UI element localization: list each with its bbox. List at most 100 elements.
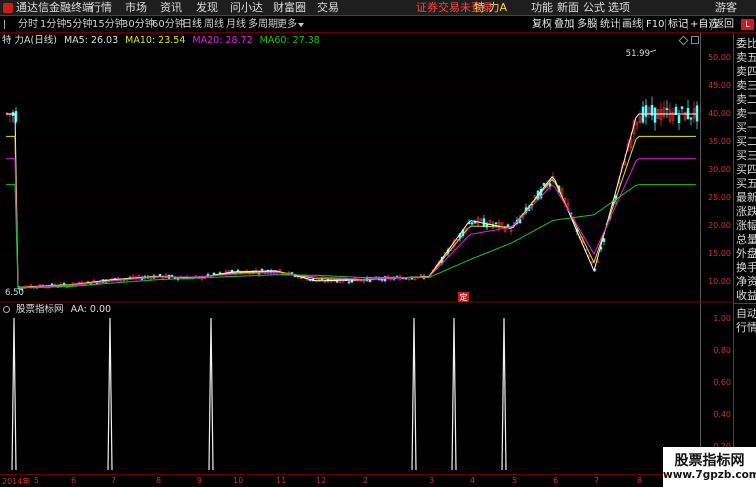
side-label-turnover[interactable]: 换手 xyxy=(736,261,756,274)
y-tick: 1.00 xyxy=(713,314,731,323)
candle-body xyxy=(680,106,684,109)
y-tick: 15.00 xyxy=(708,249,731,258)
watermark-logo: 股票指标网 www.7gpzb.com xyxy=(663,447,756,487)
ma-line-ma10 xyxy=(6,135,696,289)
chart-grid xyxy=(0,57,700,283)
candle-body xyxy=(236,269,240,272)
x-tick: 2014年 xyxy=(2,477,31,486)
candle-body xyxy=(260,269,264,271)
signal-spike xyxy=(107,317,113,471)
candle-body xyxy=(470,222,474,225)
side-label-bid3[interactable]: 买三 xyxy=(736,149,756,162)
y-tick: 30.00 xyxy=(708,165,731,174)
side-label-ask4[interactable]: 卖四 xyxy=(736,65,756,78)
quote-button[interactable]: 行情 xyxy=(736,321,756,334)
candle-body xyxy=(695,105,699,122)
signal-spike xyxy=(11,317,17,471)
x-tick: 9 xyxy=(197,476,203,485)
y-tick: 25.00 xyxy=(708,193,731,202)
indicator-header: 股票指标网 AA: 0.00 xyxy=(0,303,111,316)
x-tick: 6 xyxy=(71,476,77,485)
date-axis: 2014年 5 6 7 8 9 10 11 12 2 3 4 5 6 7 8 xyxy=(0,474,756,487)
x-tick: 4 xyxy=(470,476,476,485)
candle-body xyxy=(653,107,657,123)
side-label-ask1[interactable]: 卖一 xyxy=(736,107,756,120)
candle-body xyxy=(602,238,606,242)
ma-line-ma60 xyxy=(6,184,696,289)
y-tick: 50.00 xyxy=(708,53,731,62)
signal-spike xyxy=(451,317,457,471)
y-tick: 35.00 xyxy=(708,137,731,146)
candle-body xyxy=(62,283,66,285)
x-tick: 5 xyxy=(34,476,40,485)
candle-body xyxy=(542,182,546,186)
candle-body xyxy=(689,117,693,120)
x-tick: 7 xyxy=(594,476,600,485)
y-tick: 40.00 xyxy=(708,109,731,118)
side-label-earnings[interactable]: 收益 xyxy=(736,289,756,302)
side-label-outer[interactable]: 外盘 xyxy=(736,247,756,260)
candle-body xyxy=(686,108,690,119)
watermark-url: www.7gpzb.com xyxy=(663,469,756,481)
side-label-ask3[interactable]: 卖三 xyxy=(736,79,756,92)
price-axis: 50.00 45.00 40.00 35.00 30.00 25.00 20.0… xyxy=(700,33,733,302)
x-tick: 10 xyxy=(233,476,244,485)
moving-average-lines xyxy=(6,113,696,289)
candle-body xyxy=(665,108,669,110)
candle-body xyxy=(335,280,339,283)
signal-spike xyxy=(411,317,417,471)
y-tick: 0.60 xyxy=(713,378,731,387)
divider xyxy=(734,303,756,304)
y-tick: 20.00 xyxy=(708,221,731,230)
x-tick: 3 xyxy=(429,476,435,485)
candle-body xyxy=(473,221,477,224)
candle-body xyxy=(410,277,414,280)
candle-body xyxy=(641,106,645,123)
y-tick: 10.00 xyxy=(708,277,731,286)
candle-body xyxy=(404,278,408,280)
signal-spike xyxy=(208,317,214,471)
y-tick: 0.80 xyxy=(713,346,731,355)
x-tick: 5 xyxy=(512,476,518,485)
candle-body xyxy=(644,105,648,117)
auto-button[interactable]: 自动 xyxy=(736,307,756,320)
side-label-change-pct[interactable]: 涨幅 xyxy=(736,219,756,232)
side-label-change[interactable]: 涨跌 xyxy=(736,205,756,218)
candle-body xyxy=(347,281,351,284)
x-tick: 2 xyxy=(363,476,369,485)
x-tick: 8 xyxy=(637,476,643,485)
signal-spike xyxy=(501,317,507,471)
indicator-settings-icon[interactable] xyxy=(3,306,10,313)
x-tick: 11 xyxy=(276,476,287,485)
x-tick: 8 xyxy=(156,476,162,485)
high-annotation: 51.99 xyxy=(626,49,650,59)
x-tick: 7 xyxy=(111,476,117,485)
kline-chart: 51.99 6.50 定 xyxy=(0,49,733,471)
candle-body xyxy=(290,272,294,274)
x-tick: 6 xyxy=(553,476,559,485)
event-marker-label: 定 xyxy=(460,292,468,302)
side-label-last[interactable]: 最新 xyxy=(736,191,756,204)
side-label-bid5[interactable]: 买五 xyxy=(736,177,756,190)
side-label-volume[interactable]: 总量 xyxy=(736,233,756,246)
candle-body xyxy=(677,115,681,124)
side-label-ask5[interactable]: 卖五 xyxy=(736,51,756,64)
candle-body xyxy=(494,222,498,224)
y-tick: 45.00 xyxy=(708,81,731,90)
side-label-net-assets[interactable]: 净资 xyxy=(736,275,756,288)
side-label-ask2[interactable]: 卖二 xyxy=(736,93,756,106)
side-label-commission-ratio[interactable]: 委比 xyxy=(736,37,756,50)
side-label-bid2[interactable]: 买二 xyxy=(736,135,756,148)
candle-body xyxy=(674,106,678,115)
low-annotation: 6.50 xyxy=(5,288,24,298)
watermark-title: 股票指标网 xyxy=(674,453,745,469)
candle-body xyxy=(218,272,222,274)
high-pointer xyxy=(649,49,657,53)
indicator-name[interactable]: 股票指标网 xyxy=(16,304,64,315)
candle-body xyxy=(380,279,384,281)
side-label-bid1[interactable]: 买一 xyxy=(736,121,756,134)
indicator-value: AA: 0.00 xyxy=(70,304,112,315)
indicator-bars xyxy=(11,317,507,471)
side-label-bid4[interactable]: 买四 xyxy=(736,163,756,176)
quote-side-panel: 委比 卖五 卖四 卖三 卖二 卖一 买一 买二 买三 买四 买五 最新 涨跌 涨… xyxy=(733,33,756,487)
